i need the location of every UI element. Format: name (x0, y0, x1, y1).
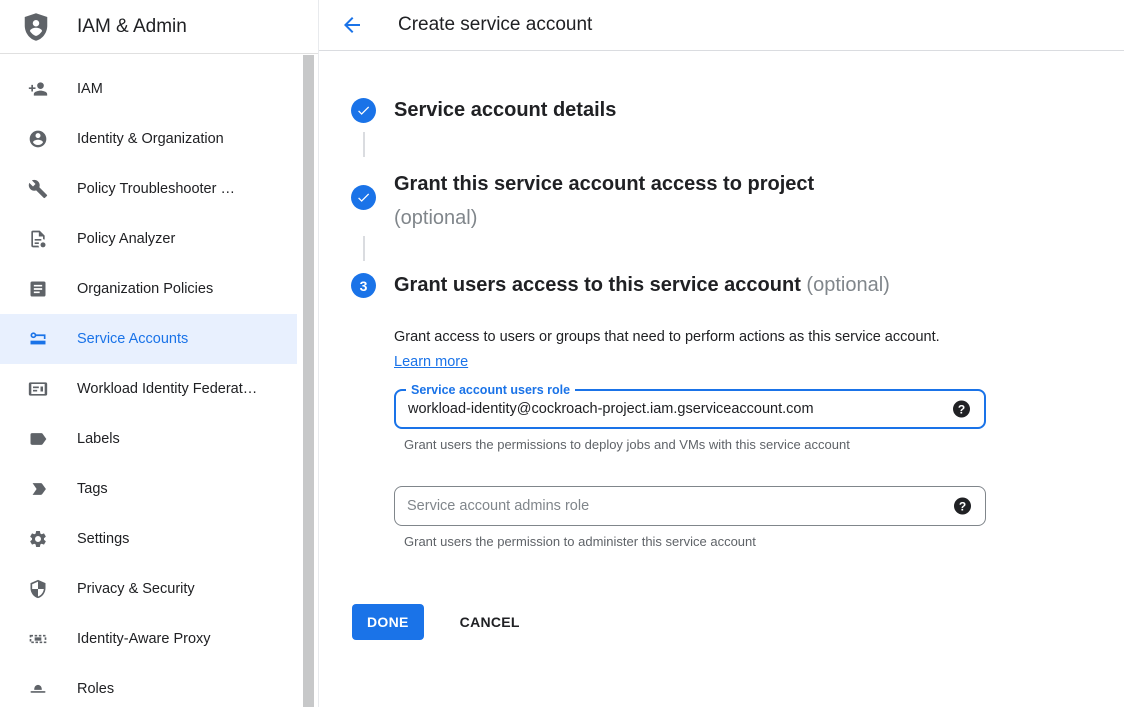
sidebar-item-label: Settings (77, 531, 129, 547)
sidebar-item-label: Tags (77, 481, 108, 497)
service-account-admins-role-field[interactable]: ? (394, 486, 986, 526)
step-1-completed-check-icon (351, 98, 376, 123)
article-icon (28, 279, 48, 299)
service-account-users-role-field[interactable]: Service account users role ? (394, 389, 986, 429)
sidebar-item-iam[interactable]: IAM (0, 64, 297, 114)
account-circle-icon (28, 129, 48, 149)
sidebar-item-label: Organization Policies (77, 281, 213, 297)
sidebar-item-labels[interactable]: Labels (0, 414, 297, 464)
roles-hat-icon (28, 679, 48, 699)
service-account-admins-role-input[interactable] (395, 487, 929, 525)
create-service-account-wizard: Service account details Grant this servi… (319, 51, 1124, 707)
sidebar-item-tags[interactable]: Tags (0, 464, 297, 514)
cancel-button[interactable]: CANCEL (460, 614, 520, 630)
sidebar-item-label: IAM (77, 81, 103, 97)
sidebar-item-label: Labels (77, 431, 120, 447)
step-1-title: Service account details (394, 97, 616, 123)
tag-icon (28, 479, 48, 499)
sidebar-item-label: Identity-Aware Proxy (77, 631, 211, 647)
help-icon[interactable]: ? (954, 498, 971, 515)
service-account-icon (28, 329, 48, 349)
sidebar-item-label: Privacy & Security (77, 581, 195, 597)
sidebar-item-workload-identity-federation[interactable]: Workload Identity Federat… (0, 364, 297, 414)
sidebar-item-service-accounts[interactable]: Service Accounts (0, 314, 297, 364)
back-button[interactable] (340, 13, 364, 37)
users-role-field-label: Service account users role (406, 382, 575, 398)
sidebar-item-identity-organization[interactable]: Identity & Organization (0, 114, 297, 164)
sidebar-nav: IAM Identity & Organization Policy Troub… (0, 54, 318, 714)
users-role-helper-text: Grant users the permissions to deploy jo… (404, 437, 850, 452)
sidebar-item-privacy-security[interactable]: Privacy & Security (0, 564, 297, 614)
sidebar-title: IAM & Admin (77, 16, 187, 38)
shield-half-icon (28, 579, 48, 599)
sidebar-item-organization-policies[interactable]: Organization Policies (0, 264, 297, 314)
step-2-completed-check-icon (351, 185, 376, 210)
main-header: Create service account (319, 0, 1124, 51)
sidebar-item-policy-analyzer[interactable]: Policy Analyzer (0, 214, 297, 264)
step-3-description: Grant access to users or groups that nee… (394, 325, 954, 375)
step-connector (363, 236, 365, 261)
step-2-title: Grant this service account access to pro… (394, 167, 814, 235)
policy-analyzer-icon (28, 229, 48, 249)
arrow-left-icon (340, 13, 364, 37)
step-3-number-badge: 3 (351, 273, 376, 298)
main-panel: Create service account Service account d… (319, 0, 1124, 707)
done-button[interactable]: DONE (352, 604, 424, 640)
step-2-optional-label: (optional) (394, 201, 814, 235)
learn-more-link[interactable]: Learn more (394, 354, 468, 370)
sidebar-item-label: Policy Troubleshooter … (77, 181, 235, 197)
gear-icon (28, 529, 48, 549)
identity-card-icon (28, 379, 48, 399)
sidebar-item-label: Identity & Organization (77, 131, 224, 147)
admins-role-helper-text: Grant users the permission to administer… (404, 534, 756, 549)
sidebar-item-policy-troubleshooter[interactable]: Policy Troubleshooter … (0, 164, 297, 214)
step-3-title: Grant users access to this service accou… (394, 272, 890, 298)
sidebar-header: IAM & Admin (0, 0, 318, 54)
step-3-optional-label: (optional) (806, 274, 889, 296)
sidebar-item-settings[interactable]: Settings (0, 514, 297, 564)
step-connector (363, 132, 365, 157)
sidebar-item-identity-aware-proxy[interactable]: Identity-Aware Proxy (0, 614, 297, 664)
page-title: Create service account (398, 14, 592, 36)
wrench-icon (28, 179, 48, 199)
wizard-actions: DONE CANCEL (352, 604, 520, 640)
label-icon (28, 429, 48, 449)
person-add-icon (28, 79, 48, 99)
sidebar-scrollbar-thumb[interactable] (303, 55, 314, 707)
sidebar: IAM & Admin IAM Identity & Organization … (0, 0, 319, 707)
proxy-icon (28, 629, 48, 649)
sidebar-item-label: Roles (77, 681, 114, 697)
sidebar-item-label: Service Accounts (77, 331, 188, 347)
sidebar-item-label: Workload Identity Federat… (77, 381, 257, 397)
iam-admin-shield-icon (21, 12, 51, 42)
help-icon[interactable]: ? (953, 401, 970, 418)
sidebar-item-label: Policy Analyzer (77, 231, 175, 247)
